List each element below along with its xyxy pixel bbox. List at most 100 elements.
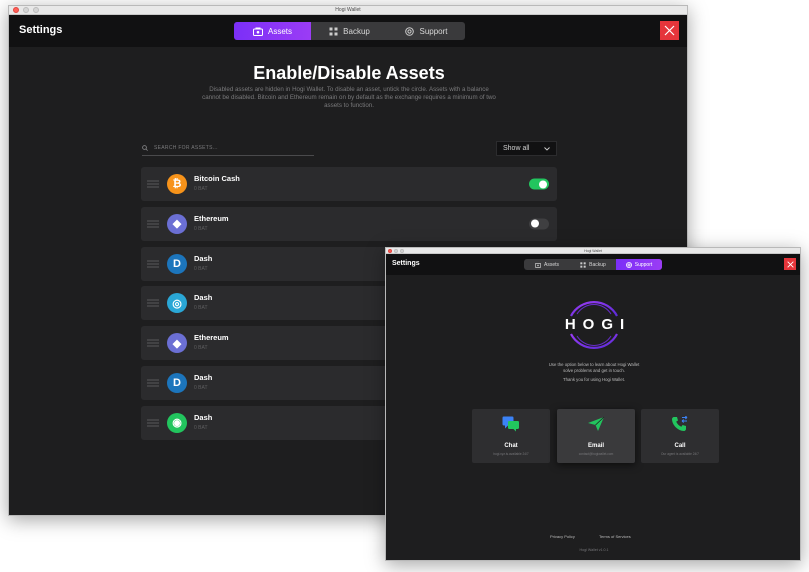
settings-title: Settings <box>392 260 420 267</box>
ethereum-icon: ◆ <box>167 213 187 234</box>
tab-assets-label: Assets <box>267 26 292 36</box>
asset-balance: 0 BAT <box>194 225 208 232</box>
close-icon <box>786 260 794 268</box>
tab-assets[interactable]: Assets <box>524 259 570 270</box>
call-icon <box>671 415 689 437</box>
support-card-call[interactable]: Call Our agent is available 24/7 <box>641 409 719 463</box>
settings-tabs: Assets Backup Support <box>234 22 465 40</box>
close-window-dot[interactable] <box>388 248 392 253</box>
support-card-subtitle: contact@hogiwallet.com <box>578 452 614 456</box>
tab-assets[interactable]: Assets <box>234 22 311 40</box>
dash-icon: D <box>167 373 187 393</box>
support-thanks: Thank you for using Hogi Wallet. <box>563 377 625 382</box>
zoom-window-dot[interactable] <box>400 248 404 253</box>
search-input[interactable] <box>154 144 304 151</box>
support-card-title: Chat <box>504 443 518 449</box>
drag-handle-icon[interactable] <box>147 220 159 228</box>
asset-search <box>142 140 314 156</box>
asset-row[interactable]: ₿ Bitcoin Cash 0 BAT <box>141 167 557 201</box>
asset-name: Dash <box>194 373 213 382</box>
support-card-email[interactable]: Email contact@hogiwallet.com <box>557 409 635 463</box>
asset-toggle[interactable] <box>529 178 549 190</box>
settings-title: Settings <box>19 24 63 36</box>
asset-balance: 0 BAT <box>194 265 208 272</box>
close-icon <box>664 25 675 36</box>
tab-backup[interactable]: Backup <box>570 259 616 270</box>
support-card-chat[interactable]: Chat hogi.xyz.is.available 24/7 <box>472 409 550 463</box>
filter-select[interactable]: Show all <box>496 141 557 156</box>
assets-icon <box>534 262 541 268</box>
window-controls <box>13 7 39 13</box>
asset-balance: 0 BAT <box>194 345 208 352</box>
filter-select-value: Show all <box>503 145 530 152</box>
drag-handle-icon[interactable] <box>147 339 159 347</box>
close-window-dot[interactable] <box>13 7 19 13</box>
tab-backup-label: Backup <box>589 261 606 268</box>
support-description: Use the option below to learn about Hogi… <box>548 362 640 373</box>
window-title: Hogi Wallet <box>335 7 361 13</box>
privacy-policy-link[interactable]: Privacy Policy <box>550 534 575 539</box>
tab-backup-label: Backup <box>343 26 370 36</box>
hogi-logo-text: HOGI <box>564 316 632 333</box>
window-titlebar: Hogi Wallet <box>9 6 687 15</box>
page-title: Enable/Disable Assets <box>253 63 445 83</box>
support-card-subtitle: hogi.xyz.is.available 24/7 <box>493 452 529 456</box>
asset-row[interactable]: ◆ Ethereum 0 BAT <box>141 206 557 241</box>
support-icon <box>405 26 415 36</box>
page-description: Disabled assets are hidden in Hogi Walle… <box>202 86 496 109</box>
asset-name: Ethereum <box>194 333 229 343</box>
backup-icon <box>580 261 586 268</box>
chat-icon <box>502 416 520 437</box>
support-icon <box>625 261 632 268</box>
tab-support-label: Support <box>419 26 448 36</box>
dash-green-icon: ◉ <box>167 412 187 433</box>
backup-icon <box>329 27 338 35</box>
assets-icon <box>252 27 263 36</box>
window-controls <box>388 248 404 253</box>
window-title: Hogi Wallet <box>584 249 602 253</box>
support-card-subtitle: Our agent is available 24/7 <box>661 452 699 456</box>
support-window: Hogi Wallet Settings Assets Backup Suppo… <box>385 247 801 561</box>
settings-header: Settings Assets Backup Support <box>9 15 687 47</box>
tab-support[interactable]: Support <box>616 259 662 270</box>
asset-name: Dash <box>194 412 213 422</box>
close-button[interactable] <box>784 258 796 270</box>
drag-handle-icon[interactable] <box>147 419 159 427</box>
asset-toggle[interactable] <box>529 218 549 230</box>
search-icon <box>142 144 148 151</box>
email-icon <box>587 416 605 437</box>
drag-handle-icon[interactable] <box>147 260 159 268</box>
tab-assets-label: Assets <box>543 261 559 268</box>
bitcoin-cash-icon: ₿ <box>167 174 187 194</box>
dash-globe-icon: ◎ <box>167 293 187 314</box>
settings-tabs: Assets Backup Support <box>524 259 662 270</box>
zoom-window-dot[interactable] <box>33 7 39 13</box>
minimize-window-dot[interactable] <box>23 7 29 13</box>
dash-icon: D <box>167 253 187 274</box>
chevron-down-icon <box>544 146 550 151</box>
asset-name: Bitcoin Cash <box>194 174 240 183</box>
asset-balance: 0 BAT <box>194 305 208 312</box>
tab-support[interactable]: Support <box>388 22 465 40</box>
tab-backup[interactable]: Backup <box>311 22 388 40</box>
drag-handle-icon[interactable] <box>147 180 159 188</box>
asset-name: Dash <box>194 253 213 263</box>
toggle-knob <box>531 219 539 228</box>
asset-balance: 0 BAT <box>194 186 208 192</box>
tab-support-label: Support <box>634 261 653 268</box>
asset-name: Ethereum <box>194 213 229 223</box>
support-card-title: Call <box>674 443 686 449</box>
toggle-knob <box>539 180 547 188</box>
drag-handle-icon[interactable] <box>147 299 159 307</box>
app-version: Hogi Wallet v1.0.1 <box>579 548 609 552</box>
asset-name: Dash <box>194 293 213 303</box>
minimize-window-dot[interactable] <box>394 248 398 253</box>
settings-header: Settings Assets Backup Support <box>386 254 800 275</box>
asset-balance: 0 BAT <box>194 424 208 431</box>
close-button[interactable] <box>660 21 679 40</box>
support-card-title: Email <box>587 443 604 449</box>
drag-handle-icon[interactable] <box>147 379 159 387</box>
ethereum-icon: ◆ <box>167 333 187 354</box>
asset-balance: 0 BAT <box>194 385 208 391</box>
terms-link[interactable]: Terms of Services <box>599 534 631 539</box>
